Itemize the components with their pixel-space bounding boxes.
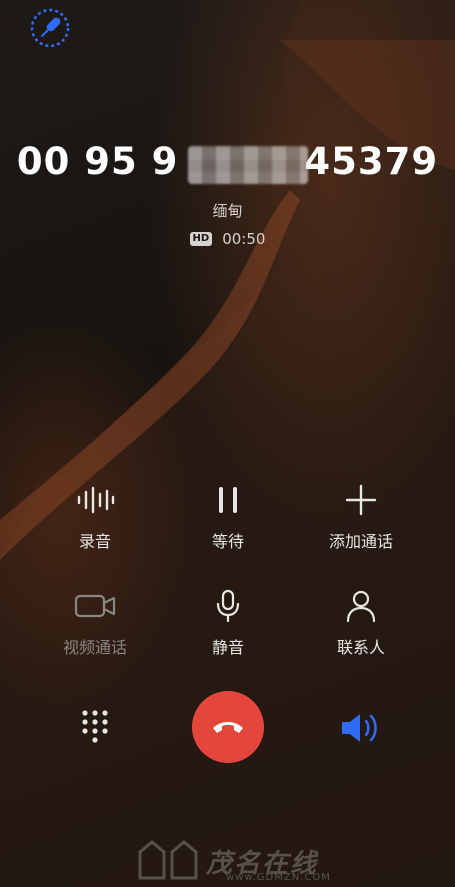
number-redaction-mask [188, 146, 308, 184]
add-call-button[interactable]: 添加通话 [291, 478, 431, 552]
dialpad-icon[interactable] [78, 708, 112, 748]
caller-location: 缅甸 [212, 202, 243, 220]
hold-label: 等待 [211, 532, 244, 551]
contacts-button[interactable]: 联系人 [291, 584, 431, 658]
video-camera-icon [73, 584, 117, 628]
plus-icon [339, 478, 383, 522]
call-status: HD 00:50 [0, 230, 455, 248]
hold-button[interactable]: 等待 [158, 478, 298, 552]
call-duration: 00:50 [222, 230, 266, 248]
mute-label: 静音 [211, 638, 244, 657]
speaker-icon[interactable] [338, 708, 382, 748]
hd-badge: HD [189, 232, 213, 246]
contacts-label: 联系人 [336, 638, 385, 657]
waveform-icon [73, 478, 117, 522]
in-call-screen: 00 95 9 45379 缅甸 HD 00:50 录音 等待 添加通话 视频通… [0, 0, 455, 887]
video-call-button[interactable]: 视频通话 [25, 584, 165, 658]
site-watermark: 茂名在线 www.GDMZN.COM [138, 840, 330, 883]
record-label: 录音 [78, 532, 111, 551]
mute-button[interactable]: 静音 [158, 584, 298, 658]
watermark-url: www.GDMZN.COM [226, 872, 331, 883]
microphone-icon [206, 584, 250, 628]
add-call-label: 添加通话 [328, 532, 393, 551]
video-call-label: 视频通话 [62, 638, 127, 657]
hang-up-icon [213, 722, 243, 733]
caller-number-prefix: 00 95 9 [16, 140, 179, 183]
end-call-button[interactable] [192, 691, 264, 763]
watermark-logo [138, 840, 198, 880]
person-icon [339, 584, 383, 628]
recording-mic-icon[interactable] [28, 6, 72, 50]
pause-icon [206, 478, 250, 522]
record-button[interactable]: 录音 [25, 478, 165, 552]
caller-number-suffix: 45379 [304, 140, 439, 183]
